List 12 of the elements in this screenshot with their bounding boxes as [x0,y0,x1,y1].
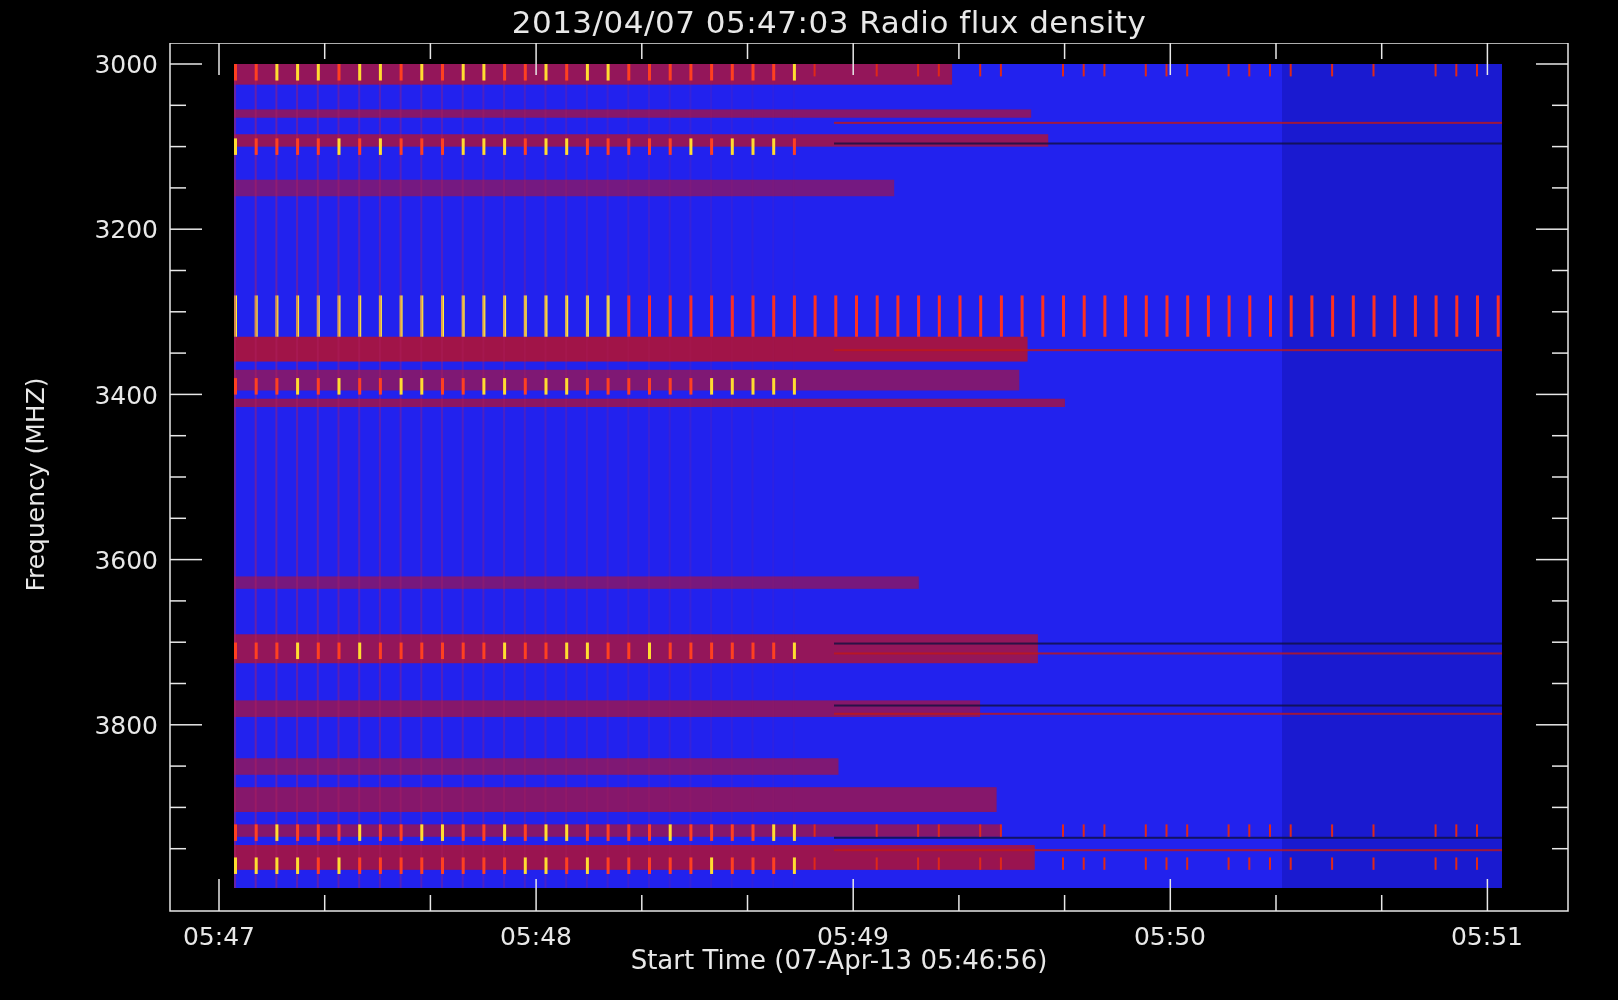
x-tick-label: 05:50 [1134,922,1206,951]
y-tick-label: 3200 [94,215,158,245]
y-tick-label: 3800 [94,711,158,741]
y-tick-label: 3600 [94,545,158,575]
x-tick-label: 05:48 [500,922,572,951]
y-axis-label: Frequency (MHZ) [20,376,50,592]
x-tick-label: 05:51 [1451,922,1523,951]
y-tick-label: 3400 [94,380,158,410]
chart-title: 2013/04/07 05:47:03 Radio flux density [510,3,1147,40]
x-tick-label: 05:47 [183,922,255,951]
y-tick-label: 3000 [94,50,158,79]
x-axis-label: Start Time (07-Apr-13 05:46:56) [630,945,1048,975]
